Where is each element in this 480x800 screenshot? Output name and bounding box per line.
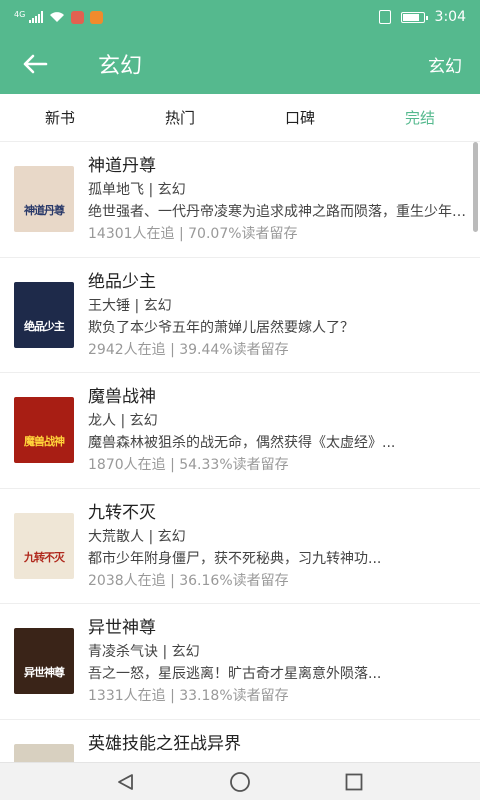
cover-title: 绝品少主 xyxy=(24,319,65,333)
back-button[interactable] xyxy=(0,34,70,94)
network-type: 4G xyxy=(14,9,26,19)
book-author-genre: 大荒散人 | 玄幻 xyxy=(88,528,186,545)
tab-bar: 新书 热门 口碑 完结 xyxy=(0,94,480,142)
book-description: 绝世强者、一代丹帝凌寒为追求成神之路而陨落，重生少年时代... xyxy=(88,204,466,220)
tab-hot[interactable]: 热门 xyxy=(120,94,240,141)
book-description: 魔兽森林被狙杀的战无命，偶然获得《太虚经》... xyxy=(88,435,396,451)
book-description: 吾之一怒，星辰逃离！旷古奇才星离意外陨落... xyxy=(88,666,382,682)
book-cover: 神道丹尊 xyxy=(14,166,74,232)
page-title: 玄幻 xyxy=(98,54,143,79)
book-item[interactable]: 英雄技能之狂战异界 xyxy=(0,720,480,762)
book-item[interactable]: 神道丹尊 神道丹尊 孤单地飞 | 玄幻 绝世强者、一代丹帝凌寒为追求成神之路而陨… xyxy=(0,142,480,258)
book-title: 九转不灭 xyxy=(88,502,156,523)
book-title: 魔兽战神 xyxy=(88,387,156,407)
book-author-genre: 孤单地飞 | 玄幻 xyxy=(88,182,186,198)
book-author-genre: 青凌杀气诀 | 玄幻 xyxy=(88,644,200,660)
book-cover: 异世神尊 xyxy=(14,628,74,694)
book-cover: 绝品少主 xyxy=(14,281,74,348)
nav-home-button[interactable] xyxy=(228,770,252,794)
home-circle-icon xyxy=(230,771,250,792)
cover-title: 神道丹尊 xyxy=(24,204,65,217)
book-item[interactable]: 绝品少主 绝品少主 王大锤 | 玄幻 欺负了本少爷五年的萧婵儿居然要嫁人了？ 2… xyxy=(0,258,480,373)
wifi-icon xyxy=(50,12,65,22)
book-author-genre: 龙人 | 玄幻 xyxy=(88,413,158,429)
book-stats: 2038人在追 | 36.16%读者留存 xyxy=(88,572,289,589)
book-description: 都市少年附身僵尸，获不死秘典，习九转神功... xyxy=(88,550,382,567)
book-cover: 魔兽战神 xyxy=(14,397,74,463)
nav-back-button[interactable] xyxy=(114,770,138,794)
book-title: 英雄技能之狂战异界 xyxy=(88,733,241,754)
nav-recents-button[interactable] xyxy=(342,770,366,794)
recents-square-icon xyxy=(345,773,363,790)
vibrate-icon xyxy=(378,10,391,24)
tab-reputation[interactable]: 口碑 xyxy=(240,94,360,141)
book-item[interactable]: 异世神尊 异世神尊 青凌杀气诀 | 玄幻 吾之一怒，星辰逃离！旷古奇才星离意外陨… xyxy=(0,604,480,720)
book-title: 神道丹尊 xyxy=(88,156,156,176)
video-app-icon xyxy=(90,10,104,24)
category-action-button[interactable]: 玄幻 xyxy=(428,52,480,77)
book-item[interactable]: 九转不灭 九转不灭 大荒散人 | 玄幻 都市少年附身僵尸，获不死秘典，习九转神功… xyxy=(0,489,480,604)
book-title: 异世神尊 xyxy=(88,618,156,638)
notification-app-icon xyxy=(71,10,85,24)
tab-new[interactable]: 新书 xyxy=(0,94,120,141)
book-cover xyxy=(14,743,74,762)
battery-icon xyxy=(400,11,428,23)
tab-completed[interactable]: 完结 xyxy=(360,94,480,141)
book-stats: 14301人在追 | 70.07%读者留存 xyxy=(88,226,298,242)
book-title: 绝品少主 xyxy=(88,271,156,292)
book-item[interactable]: 魔兽战神 魔兽战神 龙人 | 玄幻 魔兽森林被狙杀的战无命，偶然获得《太虚经》.… xyxy=(0,373,480,489)
system-nav-bar xyxy=(0,762,480,800)
status-bar: 4G 3:04 xyxy=(0,0,480,34)
cover-title: 魔兽战神 xyxy=(24,435,65,448)
signal-icon xyxy=(29,11,44,23)
book-description: 欺负了本少爷五年的萧婵儿居然要嫁人了？ xyxy=(88,319,354,336)
clock: 3:04 xyxy=(434,9,466,25)
book-stats: 2942人在追 | 39.44%读者留存 xyxy=(88,341,289,358)
book-stats: 1870人在追 | 54.33%读者留存 xyxy=(88,457,289,473)
back-triangle-icon xyxy=(118,773,133,790)
cover-title: 九转不灭 xyxy=(24,550,65,564)
arrow-left-icon xyxy=(23,54,48,74)
cover-title: 异世神尊 xyxy=(24,666,65,679)
book-author-genre: 王大锤 | 玄幻 xyxy=(88,297,172,314)
list-scrollbar[interactable] xyxy=(473,142,478,232)
app-bar: 玄幻 玄幻 xyxy=(0,34,480,94)
book-stats: 1331人在追 | 33.18%读者留存 xyxy=(88,688,289,704)
book-list[interactable]: 神道丹尊 神道丹尊 孤单地飞 | 玄幻 绝世强者、一代丹帝凌寒为追求成神之路而陨… xyxy=(0,142,480,762)
book-cover: 九转不灭 xyxy=(14,512,74,579)
